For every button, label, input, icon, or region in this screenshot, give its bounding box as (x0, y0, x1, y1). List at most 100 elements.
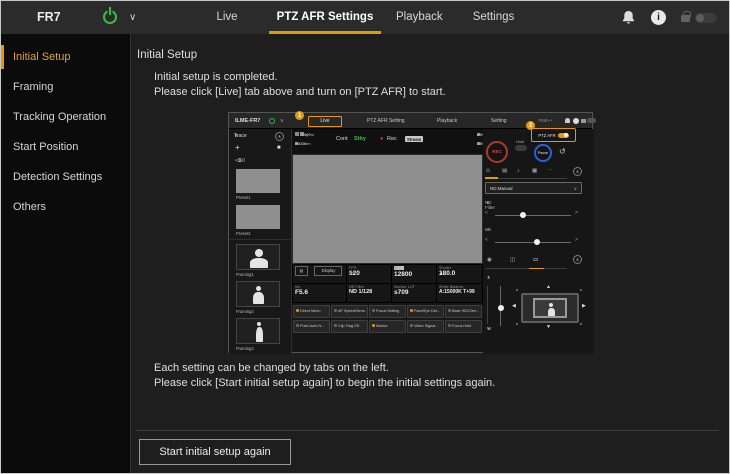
mini-nd-slider-left: < (485, 210, 488, 216)
mini-nd-filter-label: ND Filter ∨ (485, 200, 486, 205)
mini-status-lens: 8000mm x1.5 (295, 141, 298, 146)
mini-lut-cell: Monitor LUT s709 (392, 284, 436, 302)
person-bust-icon (255, 249, 263, 257)
mini-ptz-afr-highlight: PTZ AFR (531, 128, 576, 142)
mini-lock-icon (581, 119, 586, 123)
mini-shutter-cell: Shutter ◢ 180.0 (437, 265, 482, 283)
mini-clips-icon: ▤ (502, 168, 507, 174)
person-half-icon (256, 286, 261, 291)
mini-collapse2-icon: ∧ (573, 167, 582, 176)
mini-info-icon (573, 118, 579, 124)
mini-collapse3-icon: ∧ (573, 255, 582, 264)
mini-pause-button: Pause (534, 144, 552, 162)
mini-zoom-meter (487, 286, 488, 324)
mini-framing2-label: Framing2 (236, 309, 254, 314)
mini-iris-slider-right: > (575, 237, 578, 243)
mini-more-icon: ⋯ (547, 168, 553, 174)
mini-assign-direct-menu: Direct Menu (293, 305, 330, 318)
mini-display-cell: ▤ Display (293, 265, 346, 283)
footer-divider (136, 430, 719, 431)
mini-preset2-label: Preset2 (236, 231, 250, 236)
mini-rec-dot-icon: ● (380, 136, 383, 142)
mini-assign-video-signal: Video Signal... (407, 320, 444, 333)
mini-status-format: 4K RAW Stby 999min (477, 132, 480, 137)
lock-icon (681, 15, 690, 22)
mini-ptz-afr-label: PTZ AFR (538, 133, 555, 138)
mini-iris-slider-track (495, 242, 571, 243)
mini-iris-slider-left: < (485, 237, 488, 243)
info-icon[interactable]: i (651, 10, 666, 25)
tab-ptz-afr-settings[interactable]: PTZ AFR Settings (269, 1, 381, 34)
mini-pad-person-icon (549, 303, 553, 307)
sidebar-item-detection-settings[interactable]: Detection Settings (1, 162, 130, 192)
start-initial-setup-again-button[interactable]: Start initial setup again (139, 439, 291, 465)
sidebar-item-initial-setup[interactable]: Initial Setup (1, 42, 130, 72)
titlebar: FR7 ∨ Live PTZ AFR Settings Playback Set… (1, 1, 729, 34)
mini-status-ae: AE+0.75 999min (477, 141, 480, 146)
mini-pagination: < 1 /10 > (235, 158, 239, 164)
mini-iris-slider-knob (534, 239, 540, 245)
mini-assign-base-iso: Base ISO/Sen... (445, 305, 482, 318)
power-icon[interactable] (103, 10, 117, 24)
mini-pad-right-icon: ▶ (582, 303, 586, 309)
mini-assign-face-eye: Face/Eye Det... (407, 305, 444, 318)
mini-preset1-thumb (236, 169, 280, 193)
sidebar-item-framing[interactable]: Framing (1, 72, 130, 102)
mini-iris-cell: Iris F5.6 (293, 284, 346, 302)
mini-tab-playback: Playback (437, 113, 457, 129)
mini-lock-toggle (587, 118, 596, 123)
mini-video-area (292, 154, 483, 264)
sidebar-item-tracking-operation[interactable]: Tracking Operation (1, 102, 130, 132)
tab-settings[interactable]: Settings (471, 1, 516, 34)
mini-assign-af-speed: AF Speed/Sens. (331, 305, 368, 318)
person-full-icon (257, 322, 261, 326)
tab-playback[interactable]: Playback (396, 1, 441, 34)
mini-status-stby: Stby (354, 136, 366, 142)
mini-rec-button: REC (486, 141, 508, 163)
chevron-down-icon[interactable]: ∨ (129, 1, 136, 34)
mini-nd-mode-dropdown: ND:Manual ∨ (485, 182, 582, 194)
mini-tab-setting: Setting (491, 113, 507, 129)
bell-icon[interactable] (621, 10, 636, 25)
mini-pad-left-icon: ◀ (512, 303, 516, 309)
mini-stream-badge: Stream (405, 136, 423, 142)
mini-framing3-label: Framing3 (236, 346, 254, 351)
mini-framing1-thumb (236, 244, 280, 270)
sidebar: Initial Setup Framing Tracking Operation… (1, 34, 131, 474)
lock-toggle[interactable] (695, 13, 717, 23)
mini-assign-marker: Marker (369, 320, 406, 333)
mini-assign-push-auto: Push Auto N... (293, 320, 330, 333)
mini-audio-icon: ♪ (517, 168, 520, 174)
sidebar-item-others[interactable]: Others (1, 192, 130, 222)
mini-assign-focus-setting: Focus Setting (369, 305, 406, 318)
message-top-line1: Initial setup is completed. (154, 71, 278, 83)
mini-preset2-thumb (236, 205, 280, 229)
mini-pad-up-icon: ▲ (546, 284, 551, 290)
mini-home-underline (485, 177, 498, 179)
mini-ptz-afr-toggle (558, 133, 569, 138)
message-bottom-line2: Please click [Start initial setup again]… (154, 377, 495, 389)
mini-display-button: Display (314, 266, 342, 276)
mini-focus-mode2-icon: ◫ (510, 257, 515, 263)
mini-ndfilter-cell: ND Filter ND 1/128 (347, 284, 391, 302)
mini-assign-focus-hold: Focus Hold (445, 320, 482, 333)
tab-live[interactable]: Live (209, 1, 245, 34)
mini-tab-live-highlighted: Live (308, 116, 342, 127)
sidebar-item-start-position[interactable]: Start Position (1, 132, 130, 162)
callout-badge-2: 2 (526, 121, 535, 130)
mini-wb-cell: White Balance A:15000K T+99 (437, 284, 482, 302)
mini-status-rec: Rec (387, 136, 397, 142)
mini-pad-down-icon: ▼ (546, 324, 551, 330)
mini-add-icon: + (235, 143, 240, 152)
mini-chevron-down-icon: ∨ (280, 113, 284, 129)
mini-ei-cell: EI 12800 (392, 265, 436, 283)
mini-framing1-label: Framing1 (236, 272, 254, 277)
mini-assign-clip-flag: Clip Flag OK (331, 320, 368, 333)
mini-status-cont: Cont (336, 136, 348, 142)
callout-badge-1: 1 (295, 111, 304, 120)
instruction-screenshot: ILME-FR7 ∨ Live PTZ AFR Setting Playback… (228, 112, 593, 353)
mini-tab-ptz-afr-setting: PTZ AFR Setting (367, 113, 405, 129)
mini-framing2-thumb (236, 281, 280, 307)
mini-nd-slider-track (495, 215, 571, 216)
mini-ptz-pad-frame (533, 298, 567, 318)
